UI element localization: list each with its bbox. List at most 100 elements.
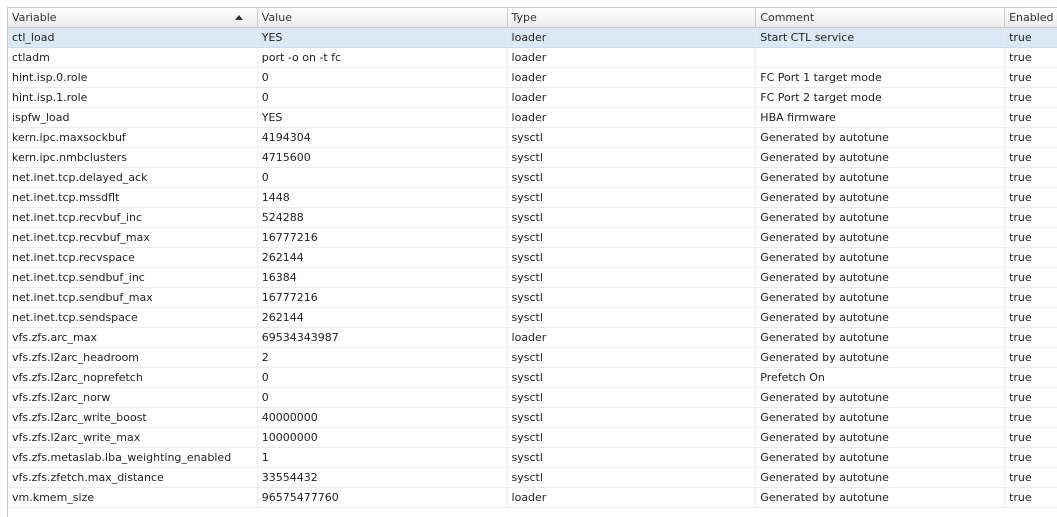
table-row[interactable]: ispfw_load YES loader HBA firmware true xyxy=(8,108,1057,128)
table-row[interactable]: vfs.zfs.l2arc_write_boost 40000000 sysctl G… xyxy=(8,408,1057,428)
table-row[interactable]: net.inet.tcp.recvspace 262144 sysctl Genera… xyxy=(8,248,1057,268)
cell-comment: Generated by autotune xyxy=(756,268,1006,287)
table-row[interactable]: net.inet.tcp.sendspace 262144 sysctl Genera… xyxy=(8,308,1057,328)
cell-comment: Generated by autotune xyxy=(756,488,1006,507)
table-row[interactable]: net.inet.tcp.delayed_ack 0 sysctl Generated… xyxy=(8,168,1057,188)
table-row[interactable]: ctladm port -o on -t fc loader true xyxy=(8,48,1057,68)
table-row[interactable]: vfs.zfs.zfetch.max_distance 33554432 sysct… xyxy=(8,468,1057,488)
cell-comment: Generated by autotune xyxy=(756,348,1006,367)
cell-value: 0 xyxy=(258,88,508,107)
table-row[interactable]: net.inet.tcp.recvbuf_max 16777216 sysctl Ge… xyxy=(8,228,1057,248)
cell-variable: net.inet.tcp.recvbuf_max xyxy=(8,228,258,247)
cell-enabled: true xyxy=(1009,291,1032,304)
cell-value: 2 xyxy=(258,348,508,367)
table-row[interactable]: hint.isp.0.role 0 loader FC Port 1 target m… xyxy=(8,68,1057,88)
cell-comment: Start CTL service xyxy=(756,28,1006,47)
cell-variable: net.inet.tcp.recvspace xyxy=(8,248,258,267)
cell-comment: Generated by autotune xyxy=(756,388,1006,407)
cell-value: 4715600 xyxy=(258,148,508,167)
cell-value: 1448 xyxy=(258,188,508,207)
cell-enabled: true xyxy=(1009,311,1032,324)
cell-enabled: true xyxy=(1009,111,1032,124)
cell-comment: Generated by autotune xyxy=(756,308,1006,327)
table-row[interactable]: hint.isp.1.role 0 loader FC Port 2 target m… xyxy=(8,88,1057,108)
cell-variable: net.inet.tcp.recvbuf_inc xyxy=(8,208,258,227)
table-row[interactable]: vfs.zfs.metaslab.lba_weighting_enabled 1 s… xyxy=(8,448,1057,468)
cell-value: 524288 xyxy=(258,208,508,227)
cell-type: sysctl xyxy=(508,428,757,447)
cell-comment: Generated by autotune xyxy=(756,148,1006,167)
cell-type: sysctl xyxy=(508,208,757,227)
column-header-comment[interactable]: Comment xyxy=(756,8,1006,27)
cell-enabled: true xyxy=(1009,131,1032,144)
cell-variable: vfs.zfs.l2arc_norw xyxy=(8,388,258,407)
cell-variable: ctladm xyxy=(8,48,258,67)
cell-type: loader xyxy=(508,488,757,507)
cell-variable: vfs.zfs.metaslab.lba_weighting_enabled xyxy=(8,448,258,467)
table-row[interactable]: vfs.zfs.l2arc_noprefetch 0 sysctl Prefetch … xyxy=(8,368,1057,388)
cell-value: 262144 xyxy=(258,248,508,267)
column-header-label: Comment xyxy=(760,11,815,24)
table-row[interactable]: net.inet.tcp.mssdflt 1448 sysctl Generated … xyxy=(8,188,1057,208)
cell-type: sysctl xyxy=(508,288,757,307)
table-row[interactable]: kern.ipc.nmbclusters 4715600 sysctl Generat… xyxy=(8,148,1057,168)
cell-enabled: true xyxy=(1009,351,1032,364)
cell-enabled: true xyxy=(1009,231,1032,244)
table-row[interactable]: vfs.zfs.l2arc_write_max 10000000 sysctl Gen… xyxy=(8,428,1057,448)
cell-type: sysctl xyxy=(508,248,757,267)
cell-value: 96575477760 xyxy=(258,488,508,507)
cell-variable: kern.ipc.maxsockbuf xyxy=(8,128,258,147)
column-header-value[interactable]: Value xyxy=(258,8,508,27)
cell-comment: FC Port 2 target mode xyxy=(756,88,1006,107)
cell-enabled: true xyxy=(1009,411,1032,424)
cell-value: YES xyxy=(258,108,508,127)
cell-comment: Generated by autotune xyxy=(756,248,1006,267)
cell-value: 1 xyxy=(258,448,508,467)
table-row[interactable]: vfs.zfs.l2arc_headroom 2 sysctl Generated b… xyxy=(8,348,1057,368)
table-row[interactable]: kern.ipc.maxsockbuf 4194304 sysctl Generate… xyxy=(8,128,1057,148)
cell-enabled: true xyxy=(1009,31,1032,44)
table-row[interactable]: vfs.zfs.l2arc_norw 0 sysctl Generated by au… xyxy=(8,388,1057,408)
table-row[interactable]: net.inet.tcp.recvbuf_inc 524288 sysctl Gene… xyxy=(8,208,1057,228)
cell-variable: net.inet.tcp.delayed_ack xyxy=(8,168,258,187)
table-row[interactable]: ctl_load YES loader Start CTL service true xyxy=(8,28,1057,48)
cell-variable: vfs.zfs.l2arc_headroom xyxy=(8,348,258,367)
cell-value: 16777216 xyxy=(258,288,508,307)
cell-value: 16777216 xyxy=(258,228,508,247)
cell-variable: vfs.zfs.l2arc_noprefetch xyxy=(8,368,258,387)
cell-variable: net.inet.tcp.sendbuf_max xyxy=(8,288,258,307)
table-row[interactable]: vfs.zfs.arc_max 69534343987 loader Generate… xyxy=(8,328,1057,348)
cell-comment xyxy=(756,48,1006,67)
cell-variable: vfs.zfs.l2arc_write_boost xyxy=(8,408,258,427)
cell-variable: net.inet.tcp.mssdflt xyxy=(8,188,258,207)
cell-variable: hint.isp.0.role xyxy=(8,68,258,87)
cell-type: sysctl xyxy=(508,168,757,187)
cell-enabled: true xyxy=(1009,331,1032,344)
cell-value: 0 xyxy=(258,168,508,187)
cell-type: sysctl xyxy=(508,448,757,467)
grid-header: Variable Value Type Comment Enabled xyxy=(8,8,1057,28)
cell-variable: vfs.zfs.zfetch.max_distance xyxy=(8,468,258,487)
column-header-label: Enabled xyxy=(1009,11,1054,24)
cell-comment: Generated by autotune xyxy=(756,328,1006,347)
cell-enabled: true xyxy=(1009,491,1032,504)
cell-comment: Generated by autotune xyxy=(756,428,1006,447)
table-row[interactable]: vm.kmem_size 96575477760 loader Generated b… xyxy=(8,488,1057,508)
column-header-enabled[interactable]: Enabled xyxy=(1005,8,1057,27)
cell-variable: net.inet.tcp.sendspace xyxy=(8,308,258,327)
cell-type: loader xyxy=(508,48,757,67)
table-row[interactable]: net.inet.tcp.sendbuf_max 16777216 sysctl Ge… xyxy=(8,288,1057,308)
column-header-variable[interactable]: Variable xyxy=(8,8,258,27)
cell-enabled: true xyxy=(1009,171,1032,184)
cell-type: loader xyxy=(508,88,757,107)
table-row[interactable]: net.inet.tcp.sendbuf_inc 16384 sysctl Gener… xyxy=(8,268,1057,288)
cell-enabled: true xyxy=(1009,91,1032,104)
cell-type: sysctl xyxy=(508,188,757,207)
cell-type: sysctl xyxy=(508,408,757,427)
cell-comment: Generated by autotune xyxy=(756,128,1006,147)
cell-comment: FC Port 1 target mode xyxy=(756,68,1006,87)
column-header-type[interactable]: Type xyxy=(508,8,757,27)
cell-type: sysctl xyxy=(508,308,757,327)
cell-type: loader xyxy=(508,328,757,347)
cell-variable: ispfw_load xyxy=(8,108,258,127)
